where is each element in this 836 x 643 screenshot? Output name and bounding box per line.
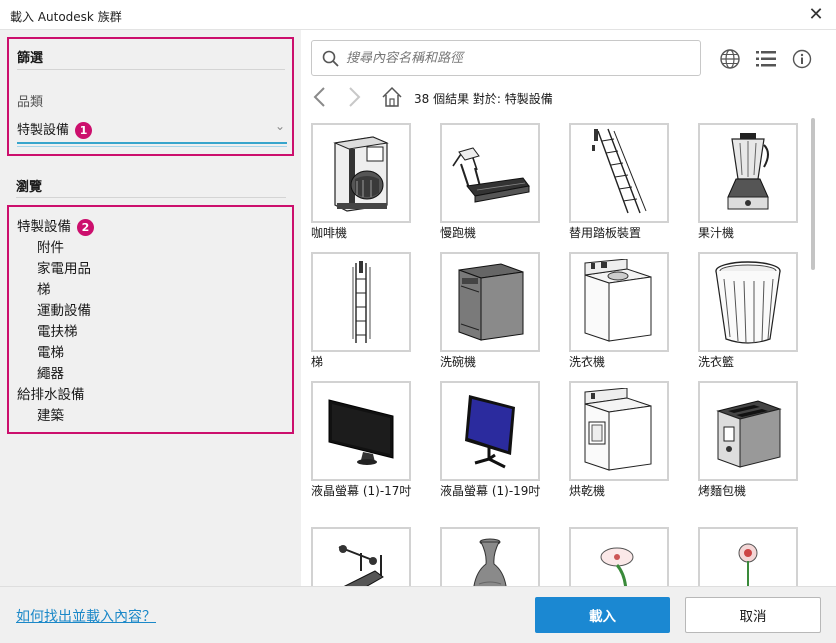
globe-icon[interactable] [717,46,743,72]
thumbnail-vase [440,527,540,586]
thumbnail-coffee-maker [311,123,411,223]
filter-heading: 篩選 [17,51,44,66]
category-dropdown[interactable]: 特製設備 1 ⌄ [17,115,289,147]
result-label: 慢跑機 [440,226,477,240]
result-item[interactable]: 液晶螢幕 (1)-17吋 [311,381,439,500]
dropdown-underline-light [17,146,287,147]
search-input[interactable] [346,48,686,68]
result-item[interactable] [311,527,439,586]
load-button[interactable]: 載入 [535,597,670,633]
browse-tree: 特製設備 2 附件 家電用品 梯 運動設備 電扶梯 電梯 繩器 給排水設備 建築 [7,205,294,434]
back-icon[interactable] [311,86,329,108]
list-view-icon[interactable] [753,46,779,72]
tree-item-ladder[interactable]: 梯 [37,278,51,298]
thumbnail-monitor-black [311,381,411,481]
result-item[interactable]: 烤麵包機 [698,381,811,500]
result-item[interactable]: 替用踏板裝置 [569,123,697,242]
left-panel: 篩選 品類 特製設備 1 ⌄ 瀏覽 特製設備 2 附件 家電用品 梯 運動設備 電扶… [0,30,301,586]
window-title: 載入 Autodesk 族群 [10,10,122,24]
callout-badge-2: 2 [77,218,94,236]
result-item[interactable]: 果汁機 [698,123,811,242]
thumbnail-dishwasher [440,252,540,352]
result-label: 梯 [311,355,324,369]
tree-item-elevator[interactable]: 電梯 [37,341,64,361]
results-grid: 咖啡機 慢跑機 替用踏板裝置 果汁機 梯 洗碗機 洗衣機 洗衣籃 液晶螢幕 (1… [311,123,811,586]
search-box[interactable] [311,40,701,76]
result-item[interactable]: 梯 [311,252,439,371]
home-icon[interactable] [381,86,403,108]
thumbnail-fixed-ladder [311,252,411,352]
category-label: 品類 [17,95,44,110]
thumbnail-toaster [698,381,798,481]
tree-item-appliances[interactable]: 家電用品 [37,257,91,277]
category-selected-value: 特製設備 [17,123,70,138]
footer-bar: 如何找出並載入內容？ 載入 取消 [0,586,836,643]
result-item[interactable] [569,527,697,586]
result-item[interactable]: 液晶螢幕 (1)-19吋 [440,381,568,500]
thumbnail-weight-bench [311,527,411,586]
thumbnail-monitor-blue [440,381,540,481]
result-item[interactable]: 咖啡機 [311,123,439,242]
thumbnail-treadmill [440,123,540,223]
result-item[interactable]: 洗衣籃 [698,252,811,371]
result-label: 烘乾機 [569,484,606,498]
filter-section: 篩選 品類 特製設備 1 ⌄ [7,37,294,156]
right-panel: 38 個結果 對於: 特製設備 咖啡機 [301,30,836,586]
cancel-button[interactable]: 取消 [685,597,821,633]
tree-item-escalator[interactable]: 電扶梯 [37,320,78,340]
result-item[interactable]: 洗碗機 [440,252,568,371]
thumbnail-blender [698,123,798,223]
divider [17,69,285,70]
thumbnail-washer [569,252,669,352]
tree-item-plumbing[interactable]: 給排水設備 [17,383,85,403]
callout-badge-1: 1 [75,122,93,139]
result-item[interactable]: 烘乾機 [569,381,697,500]
result-item[interactable] [698,527,811,586]
result-item[interactable]: 洗衣機 [569,252,697,371]
result-label: 液晶螢幕 (1)-17吋 [311,484,412,498]
result-label: 洗衣籃 [698,355,735,369]
tree-item-sports-equipment[interactable]: 運動設備 [37,299,91,319]
result-label: 洗碗機 [440,355,477,369]
result-label: 烤麵包機 [698,484,747,498]
search-icon [322,50,339,67]
result-label: 果汁機 [698,226,735,240]
result-label: 咖啡機 [311,226,348,240]
divider [16,197,286,198]
tree-item-architecture[interactable]: 建築 [37,404,64,424]
tree-item-rope-equipment[interactable]: 繩器 [37,362,64,382]
forward-icon[interactable] [345,86,363,108]
result-count: 38 個結果 對於: 特製設備 [414,92,553,106]
title-bar: 載入 Autodesk 族群 ✕ [0,0,836,30]
chevron-down-icon: ⌄ [275,119,286,133]
thumbnail-laundry-basket [698,252,798,352]
tree-item-special-equipment[interactable]: 特製設備 2 [17,215,94,236]
thumbnail-ship-ladder [569,123,669,223]
result-label: 替用踏板裝置 [569,226,642,240]
thumbnail-flower-plate [569,527,669,586]
results-scrollbar[interactable] [811,118,815,270]
result-item[interactable] [440,527,568,586]
result-item[interactable]: 慢跑機 [440,123,568,242]
tree-item-accessories[interactable]: 附件 [37,236,64,256]
navigation-row: 38 個結果 對於: 特製設備 [311,84,811,110]
thumbnail-flower-vase [698,527,798,586]
thumbnail-dryer [569,381,669,481]
close-icon[interactable]: ✕ [804,3,828,27]
result-label: 液晶螢幕 (1)-19吋 [440,484,541,498]
result-label: 洗衣機 [569,355,606,369]
info-icon[interactable] [789,46,815,72]
help-link[interactable]: 如何找出並載入內容？ [16,606,156,626]
browse-heading: 瀏覽 [16,180,43,195]
dropdown-underline [17,142,287,144]
